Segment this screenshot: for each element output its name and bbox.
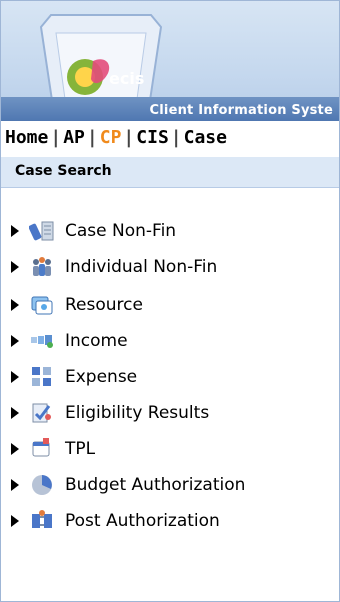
eligibility-results-icon [32,403,51,423]
expand-triangle-icon[interactable] [11,515,19,527]
case-non-fin-icon [29,221,54,241]
menu-item-label: TPL [65,439,96,459]
nav-case[interactable]: Case [184,127,227,148]
menu-item-label: Resource [65,295,143,315]
menu-item-post-authorization[interactable]: Post Authorization [11,505,220,537]
individual-non-fin-icon [33,257,51,276]
app-tagline: Client Information Syste [149,103,333,118]
nav-home[interactable]: Home [5,127,48,148]
expense-icon [32,367,51,386]
subnav-bar: Case Search [1,157,339,188]
nav-cp[interactable]: CP [100,127,122,148]
logo-text: ecis [109,69,145,88]
menu-item-label: Case Non-Fin [65,221,177,241]
expand-triangle-icon[interactable] [11,443,19,455]
tpl-icon [32,438,50,457]
income-icon [31,335,53,348]
nav-separator: | [170,127,182,148]
menu-item-label: Expense [65,367,138,387]
menu-item-label: Post Authorization [65,511,220,531]
menu-item-income[interactable]: Income [11,325,128,357]
post-authorization-icon [32,510,52,528]
menu-item-tpl[interactable]: TPL [11,433,95,465]
expand-triangle-icon[interactable] [11,261,19,273]
app-frame: ecis Client Information Syste Home | AP | CP… [0,0,340,602]
expand-triangle-icon[interactable] [11,407,19,419]
nav-separator: | [50,127,62,148]
menu-item-individual-non-fin[interactable]: Individual Non-Fin [11,251,217,283]
case-search-link[interactable]: Case Search [15,163,112,179]
menu-item-expense[interactable]: Expense [11,361,137,393]
menu-item-budget-authorization[interactable]: Budget Authorization [11,469,245,501]
budget-authorization-icon [32,475,52,495]
menu-item-eligibility-results[interactable]: Eligibility Results [11,397,209,429]
top-navigation: Home | AP | CP | CIS | Case [1,121,339,158]
expand-triangle-icon[interactable] [11,479,19,491]
menu-item-label: Income [65,331,128,351]
menu-item-label: Individual Non-Fin [65,257,218,277]
menu-item-resource[interactable]: Resource [11,289,143,321]
header-banner: ecis Client Information Syste [1,1,339,121]
menu-item-case-non-fin[interactable]: Case Non-Fin [11,215,176,247]
nav-separator: | [86,127,98,148]
expand-triangle-icon[interactable] [11,225,19,237]
top-navigation-links: Home | AP | CP | CIS | Case [5,127,227,148]
nav-ap[interactable]: AP [63,127,85,148]
expand-triangle-icon[interactable] [11,335,19,347]
resource-icon [31,296,53,315]
nav-cis[interactable]: CIS [136,127,169,148]
nav-separator: | [123,127,135,148]
expand-triangle-icon[interactable] [11,371,19,383]
menu-item-label: Budget Authorization [65,475,246,495]
menu-item-label: Eligibility Results [65,403,210,423]
expand-triangle-icon[interactable] [11,299,19,311]
